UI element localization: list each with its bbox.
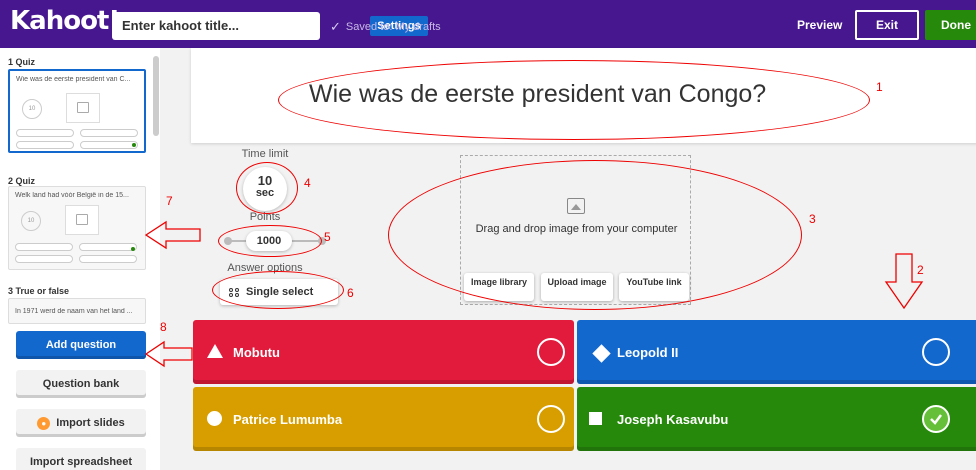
slide-1-timer: 10 [22,99,42,119]
points-label: Points [249,211,281,223]
slide-2-timer: 10 [21,211,41,231]
annotation-arrow-down [884,253,924,310]
points-selector[interactable]: 1000 [246,231,292,251]
slide-2-question: Welk land had vóór België in de 15... [15,192,129,199]
image-icon [77,102,89,113]
answer-2[interactable]: Leopold II [577,320,976,384]
circle-icon [207,411,222,426]
time-limit-value: 10 [257,173,273,188]
annotation-number-6: 6 [347,286,354,300]
answer-2-text: Leopold II [617,345,679,360]
time-limit-label: Time limit [241,148,289,160]
annotation-arrow-left-2 [144,340,193,368]
preview-button[interactable]: Preview [797,18,842,32]
checkmark-icon [930,414,942,425]
question-bank-button[interactable]: Question bank [16,370,146,398]
slide-2-image-placeholder [65,205,99,235]
points-slider-start [224,237,232,245]
upload-image-button[interactable]: Upload image [541,273,613,301]
annotation-number-1: 1 [876,80,883,94]
slide-2-thumbnail[interactable]: Welk land had vóór België in de 15... 10 [8,186,146,270]
image-icon [76,214,88,225]
slide-2-answer-3 [15,255,73,263]
image-icon [567,198,585,214]
annotation-number-8: 8 [160,320,167,334]
answer-4[interactable]: Joseph Kasavubu [577,387,976,451]
diamond-icon [592,344,611,363]
slide-1-correct-dot [132,143,136,147]
annotation-arrow-left-1 [144,220,201,250]
kahoot-logo[interactable]: Kahoot! [10,6,120,36]
slide-2-answer-1 [15,243,73,251]
single-select-icon [229,287,240,297]
annotation-number-2: 2 [917,263,924,277]
answer-1[interactable]: Mobutu [193,320,574,384]
annotation-number-4: 4 [304,176,311,190]
answer-options-label: Answer options [227,262,303,274]
import-slides-label: Import slides [56,417,125,429]
question-text[interactable]: Wie was de eerste president van Congo? [309,80,766,109]
slide-1-image-placeholder [66,93,100,123]
slide-3-header: 3 True or false [8,286,70,296]
check-icon: ✓ [330,19,341,34]
answer-3-text: Patrice Lumumba [233,412,343,427]
annotation-number-5: 5 [324,230,331,244]
annotation-number-7: 7 [166,194,173,208]
slide-1-header: 1 Quiz [8,57,36,67]
sidebar-scrollbar[interactable] [153,56,159,136]
saved-status: ✓ Saved to: My drafts [330,19,441,35]
answer-options-value: Single select [246,286,314,298]
answer-1-text: Mobutu [233,345,280,360]
kahoot-title-placeholder: Enter kahoot title... [122,18,240,33]
image-library-button[interactable]: Image library [464,273,534,301]
slide-1-answer-2 [80,129,138,137]
kahoot-title-input[interactable]: Enter kahoot title... Settings [112,12,428,40]
answer-4-correct-toggle[interactable] [922,405,950,433]
slide-1-answer-4 [80,141,138,149]
slide-1-thumbnail[interactable]: Wie was de eerste president van C... 10 [8,69,146,153]
exit-button[interactable]: Exit [855,10,919,40]
media-dropzone[interactable]: Drag and drop image from your computer I… [460,155,691,305]
answer-4-text: Joseph Kasavubu [617,412,729,427]
slide-3-question: In 1971 werd de naam van het land ... [15,308,133,315]
import-slides-icon: ● [37,416,51,430]
answer-3-correct-toggle[interactable] [537,405,565,433]
slide-1-answer-1 [16,129,74,137]
square-icon [589,412,602,425]
answer-1-correct-toggle[interactable] [537,338,565,366]
slide-3-thumbnail[interactable]: In 1971 werd de naam van het land ... [8,298,146,324]
top-bar: Kahoot! Enter kahoot title... Settings ✓… [0,0,976,48]
answer-2-correct-toggle[interactable] [922,338,950,366]
youtube-link-button[interactable]: YouTube link [619,273,689,301]
annotation-number-3: 3 [809,212,816,226]
done-button[interactable]: Done [925,10,976,40]
triangle-icon [207,344,223,358]
slide-sidebar: 1 Quiz Wie was de eerste president van C… [0,48,160,470]
answer-options-selector[interactable]: Single select [220,279,338,305]
slide-2-correct-dot [131,247,135,251]
add-question-button[interactable]: Add question [16,331,146,359]
slide-2-header: 2 Quiz [8,176,36,186]
answer-3[interactable]: Patrice Lumumba [193,387,574,451]
time-limit-selector[interactable]: 10 sec [243,167,287,211]
time-limit-unit: sec [255,187,275,199]
saved-status-text: Saved to: My drafts [345,21,441,33]
media-dropzone-text: Drag and drop image from your computer [475,223,678,235]
slide-2-answer-2 [79,243,137,251]
import-spreadsheet-button[interactable]: Import spreadsheet [16,448,146,470]
slide-2-answer-4 [79,255,137,263]
import-slides-button[interactable]: ● Import slides [16,409,146,437]
slide-1-answer-3 [16,141,74,149]
slide-1-question: Wie was de eerste president van C... [16,76,131,83]
